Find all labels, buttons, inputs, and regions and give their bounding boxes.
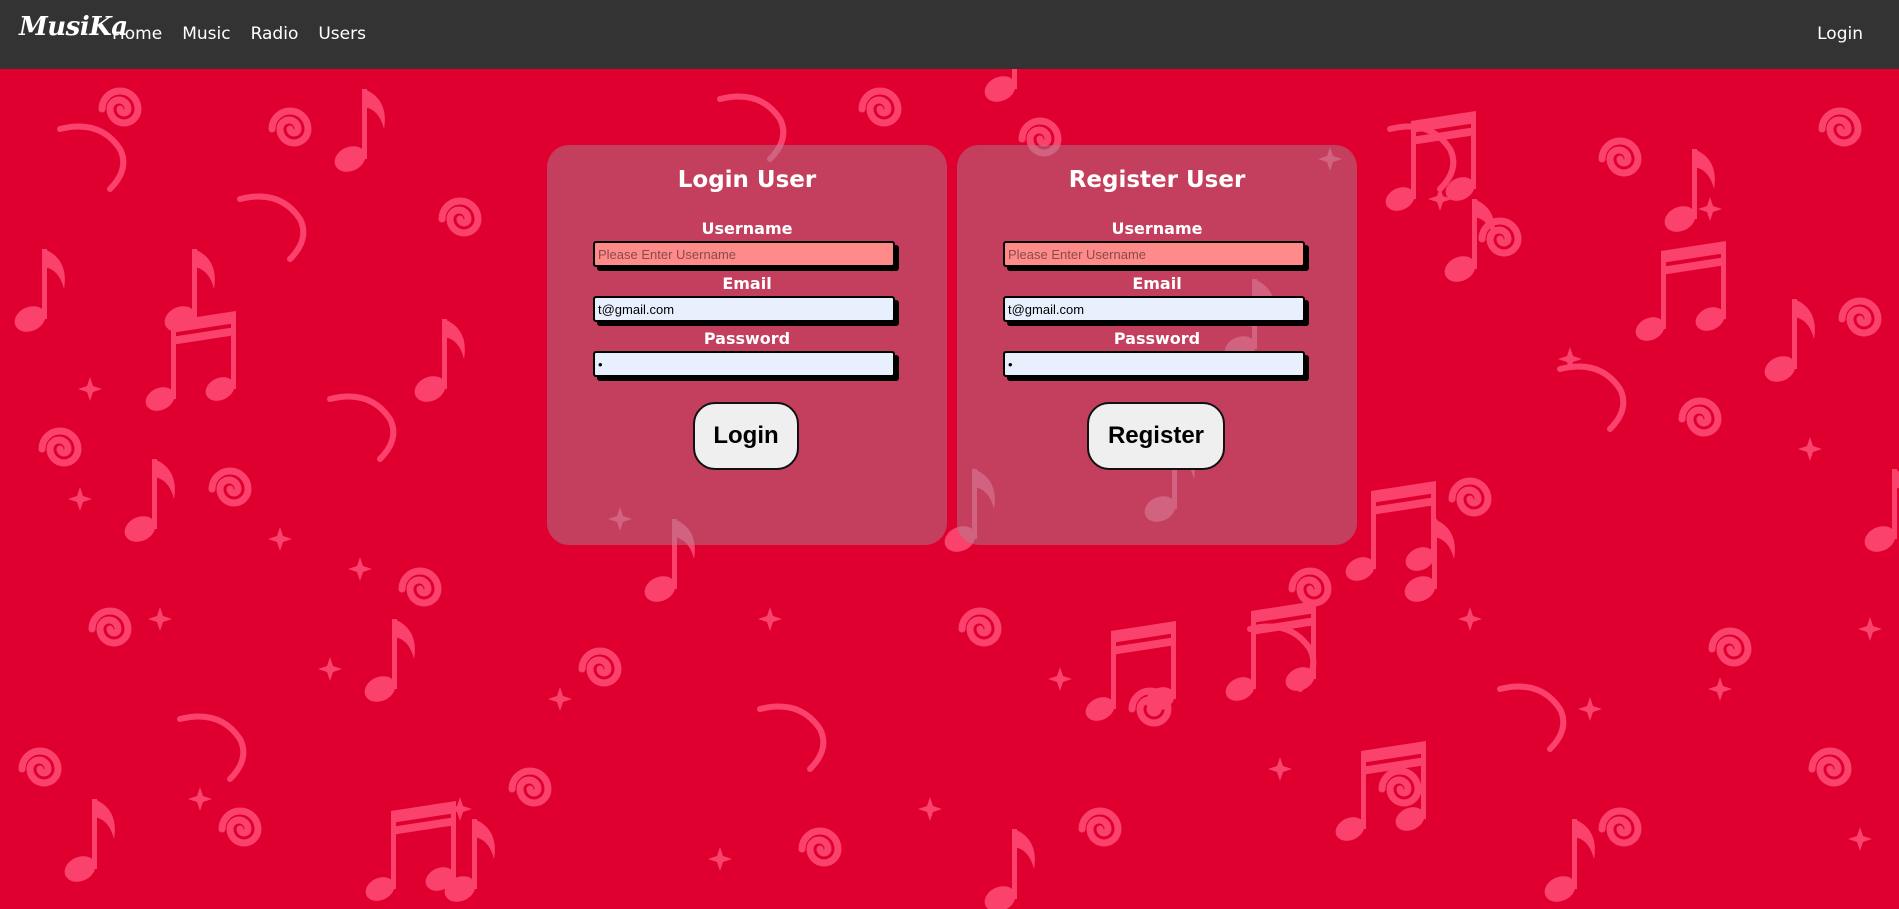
register-password-label: Password: [1113, 329, 1201, 348]
login-card: Login User Username Email Password Login: [547, 145, 947, 545]
register-email-input[interactable]: [1003, 296, 1305, 322]
navbar: MusiKa Home Music Radio Users Login: [0, 0, 1899, 69]
login-username-input[interactable]: [593, 241, 895, 267]
music-note-background: [0, 69, 1899, 909]
nav-link-radio[interactable]: Radio: [251, 24, 299, 44]
register-email-label: Email: [1132, 274, 1182, 293]
login-email-label: Email: [722, 274, 772, 293]
register-card-title: Register User: [1068, 167, 1246, 193]
login-password-label: Password: [703, 329, 791, 348]
nav-login-link[interactable]: Login: [1817, 24, 1863, 44]
register-username-input[interactable]: [1003, 241, 1305, 267]
login-button[interactable]: Login: [693, 402, 799, 470]
nav-links: Home Music Radio Users: [112, 24, 386, 44]
login-password-input[interactable]: [593, 351, 895, 377]
nav-link-home[interactable]: Home: [112, 24, 162, 44]
register-password-input[interactable]: [1003, 351, 1305, 377]
register-button[interactable]: Register: [1087, 402, 1225, 470]
nav-link-users[interactable]: Users: [318, 24, 366, 44]
register-card: Register User Username Email Password Re…: [957, 145, 1357, 545]
login-email-input[interactable]: [593, 296, 895, 322]
login-username-label: Username: [701, 219, 793, 238]
register-username-label: Username: [1111, 219, 1203, 238]
nav-link-music[interactable]: Music: [182, 24, 230, 44]
music-note-pattern-icon: [10, 69, 1899, 909]
login-card-title: Login User: [677, 167, 817, 193]
